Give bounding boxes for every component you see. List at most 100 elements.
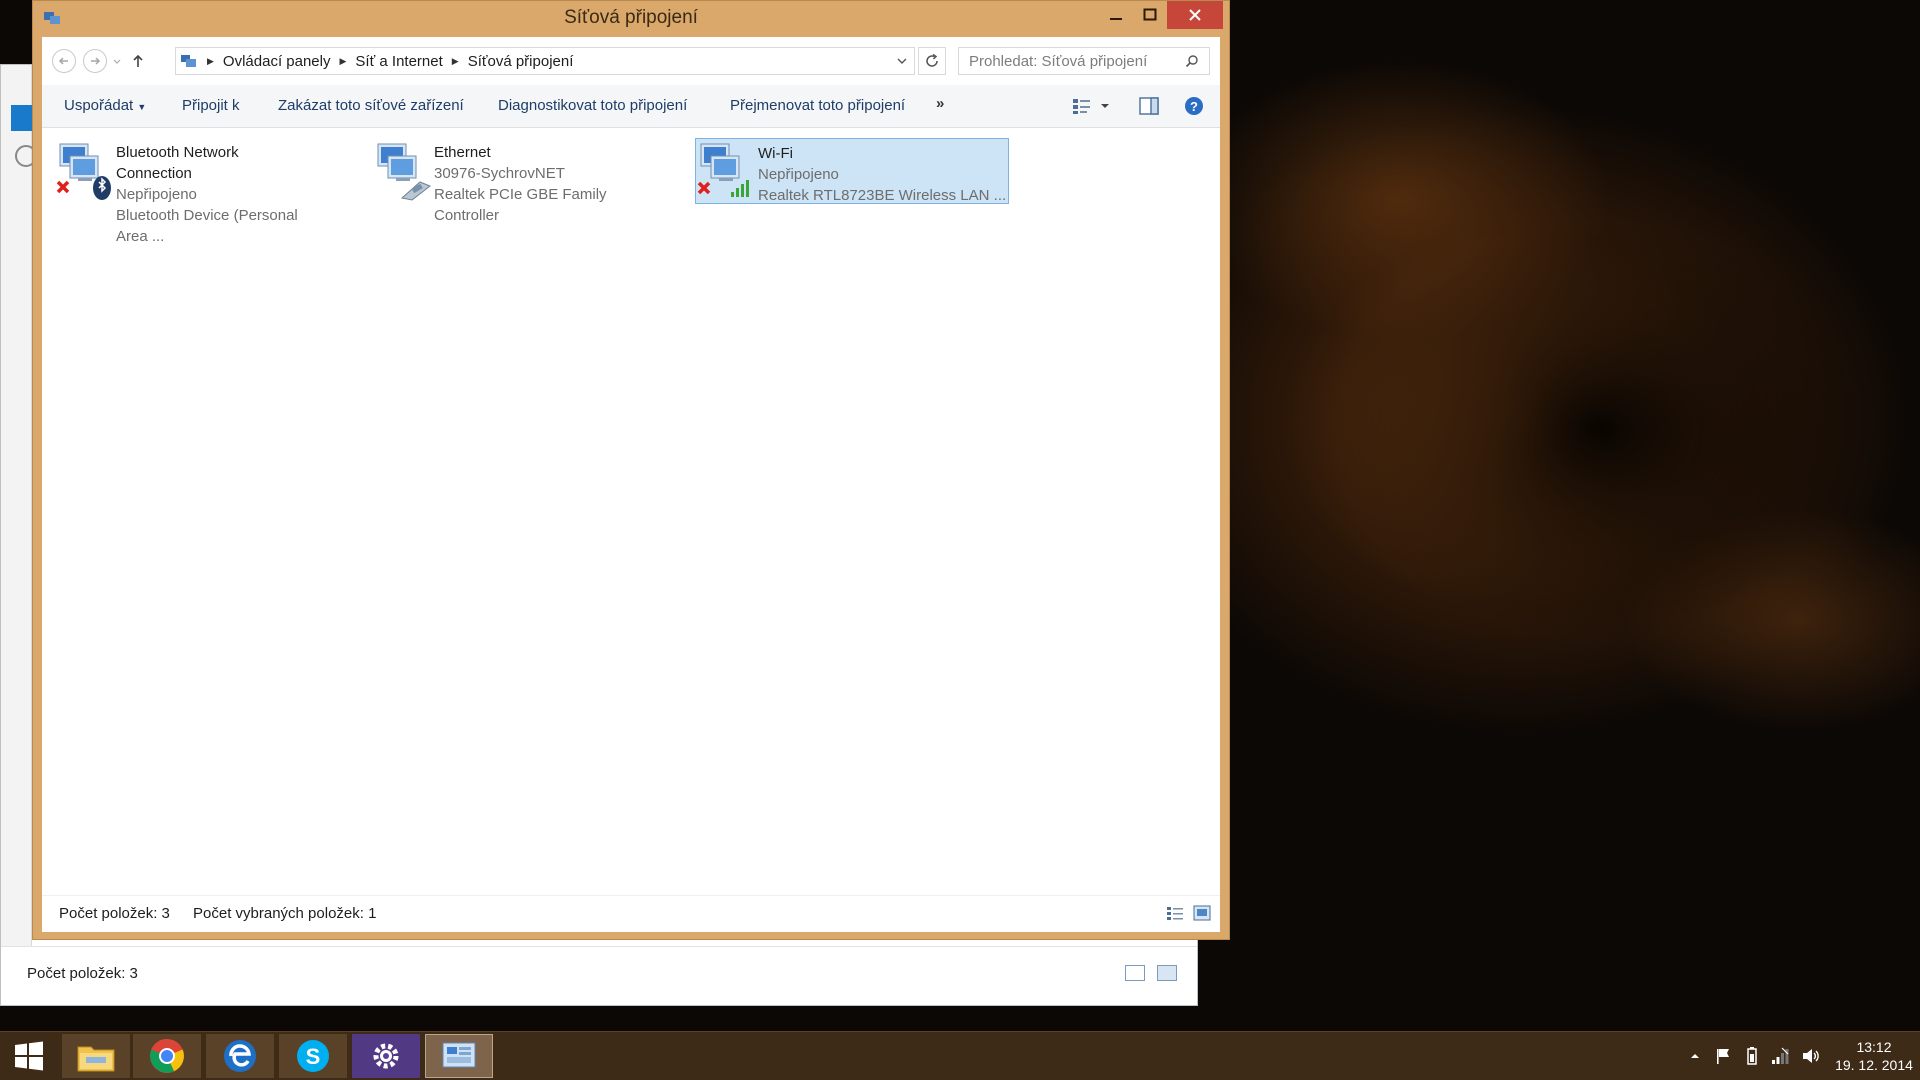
preview-pane-button[interactable] xyxy=(1139,96,1159,120)
taskbar-chrome[interactable] xyxy=(133,1034,201,1078)
network-tray-button[interactable] xyxy=(1766,1047,1794,1065)
connection-item-ethernet[interactable]: Ethernet 30976-SychrovNET Realtek PCIe G… xyxy=(372,138,634,224)
connection-item-bluetooth[interactable]: Bluetooth Network Connection Nepřipojeno… xyxy=(54,138,308,245)
control-panel-icon xyxy=(442,1042,476,1068)
breadcrumb-network-connections[interactable]: Síťová připojení xyxy=(468,53,574,70)
organize-button[interactable]: Uspořádat ▼ xyxy=(64,97,146,114)
view-options-icon xyxy=(1073,99,1090,114)
selected-count: Počet vybraných položek: 1 xyxy=(193,905,377,922)
search-placeholder: Prohledat: Síťová připojení xyxy=(969,52,1148,70)
taskbar-control-panel[interactable] xyxy=(425,1034,493,1078)
start-button[interactable] xyxy=(0,1034,58,1078)
chevron-down-icon xyxy=(1101,104,1109,108)
refresh-button[interactable] xyxy=(918,47,946,75)
forward-arrow-icon xyxy=(91,57,101,65)
minimize-icon xyxy=(1110,18,1122,20)
bluetooth-network-icon xyxy=(56,143,111,200)
taskbar-file-explorer[interactable] xyxy=(62,1034,130,1078)
settings-icon xyxy=(373,1043,399,1069)
back-button[interactable] xyxy=(52,49,76,73)
breadcrumb-control-panel[interactable]: Ovládací panely xyxy=(223,53,331,70)
network-signal-icon xyxy=(1772,1047,1789,1064)
connection-name: Ethernet xyxy=(434,144,491,161)
change-view-button[interactable] xyxy=(1072,97,1110,115)
edge-like-icon xyxy=(224,1040,256,1072)
diagnose-connection-button[interactable]: Diagnostikovat toto připojení xyxy=(498,97,687,114)
clock[interactable]: 13:12 19. 12. 2014 xyxy=(1828,1038,1920,1074)
item-count: Počet položek: 3 xyxy=(59,905,170,922)
disable-device-button[interactable]: Zakázat toto síťové zařízení xyxy=(278,97,464,114)
connect-to-button[interactable]: Připojit k xyxy=(182,97,240,114)
refresh-icon xyxy=(926,53,938,67)
connection-device: Realtek PCIe GBE Family Controller xyxy=(434,186,607,224)
taskbar: S 13:12 19. 12. 2014 xyxy=(0,1031,1920,1080)
ethernet-network-icon xyxy=(377,143,431,201)
connection-name: Bluetooth Network Connection xyxy=(116,144,239,182)
skype-icon: S xyxy=(297,1040,329,1072)
status-bar: Počet položek: 3 Počet vybraných položek… xyxy=(42,895,1220,932)
details-view-button[interactable] xyxy=(1166,905,1184,925)
search-input[interactable]: Prohledat: Síťová připojení xyxy=(958,47,1210,75)
minimize-button[interactable] xyxy=(1099,1,1133,29)
connection-name: Wi-Fi xyxy=(758,145,793,162)
background-status-count: Počet položek: 3 xyxy=(27,965,138,982)
taskbar-settings[interactable] xyxy=(352,1034,420,1078)
taskbar-skype[interactable]: S xyxy=(279,1034,347,1078)
network-connections-window: Síťová připojení ▶ Ovládací panely ▶ Síť… xyxy=(32,0,1230,940)
up-button[interactable] xyxy=(130,51,146,75)
maximize-button[interactable] xyxy=(1133,1,1167,29)
chevron-down-icon xyxy=(113,59,121,64)
breadcrumb-network-internet[interactable]: Síť a Internet xyxy=(355,53,442,70)
search-icon[interactable] xyxy=(1185,54,1199,68)
clock-time: 13:12 xyxy=(1856,1039,1892,1055)
chevron-up-icon xyxy=(1691,1054,1699,1058)
help-button[interactable]: ? xyxy=(1184,96,1204,120)
details-view-icon[interactable] xyxy=(1125,965,1145,981)
large-icons-view-icon xyxy=(1193,905,1211,921)
preview-pane-icon xyxy=(1139,97,1159,115)
start-icon xyxy=(15,1041,43,1071)
chevron-down-icon xyxy=(897,58,907,64)
svg-text:?: ? xyxy=(1190,99,1198,114)
more-commands-button[interactable]: » xyxy=(936,95,944,112)
organize-label: Uspořádat xyxy=(64,97,134,114)
svg-text:S: S xyxy=(306,1044,321,1069)
background-window-tab[interactable] xyxy=(11,105,33,131)
flag-icon xyxy=(1717,1049,1729,1064)
dropdown-arrow-icon: ▼ xyxy=(137,102,147,112)
close-button[interactable] xyxy=(1167,1,1223,29)
close-icon xyxy=(1189,9,1201,21)
battery-icon xyxy=(1747,1047,1757,1065)
breadcrumb-separator-icon[interactable]: ▶ xyxy=(340,56,347,67)
up-arrow-icon xyxy=(133,54,143,67)
action-center-button[interactable] xyxy=(1708,1047,1738,1065)
recent-locations-button[interactable] xyxy=(112,51,122,75)
chrome-icon xyxy=(150,1039,184,1073)
connection-status: 30976-SychrovNET xyxy=(434,165,565,182)
connection-item-wifi[interactable]: Wi-Fi Nepřipojeno Realtek RTL8723BE Wire… xyxy=(695,138,1009,204)
battery-button[interactable] xyxy=(1738,1046,1766,1066)
rename-connection-button[interactable]: Přejmenovat toto připojení xyxy=(730,97,905,114)
large-icons-view-button[interactable] xyxy=(1193,905,1211,925)
breadcrumb-separator-icon[interactable]: ▶ xyxy=(452,56,459,67)
system-tray: 13:12 19. 12. 2014 xyxy=(1682,1032,1920,1080)
connections-list: Bluetooth Network Connection Nepřipojeno… xyxy=(42,128,1220,868)
address-bar[interactable]: ▶ Ovládací panely ▶ Síť a Internet ▶ Síť… xyxy=(175,47,915,75)
navigation-bar: ▶ Ovládací panely ▶ Síť a Internet ▶ Síť… xyxy=(42,37,1220,86)
address-dropdown-button[interactable] xyxy=(896,54,908,72)
taskbar-browser[interactable] xyxy=(206,1034,274,1078)
connection-device: Bluetooth Device (Personal Area ... xyxy=(116,207,298,245)
background-window-sidebar xyxy=(1,65,32,1005)
connection-device: Realtek RTL8723BE Wireless LAN ... xyxy=(758,187,1007,204)
volume-button[interactable] xyxy=(1794,1047,1828,1065)
forward-button[interactable] xyxy=(83,49,107,73)
large-icons-view-icon[interactable] xyxy=(1157,965,1177,981)
title-bar[interactable]: Síťová připojení xyxy=(33,1,1229,37)
breadcrumb-separator-icon[interactable]: ▶ xyxy=(207,56,214,67)
show-hidden-icons-button[interactable] xyxy=(1682,1051,1708,1061)
help-icon: ? xyxy=(1185,97,1203,115)
window-title: Síťová připojení xyxy=(564,7,698,28)
window-content: ▶ Ovládací panely ▶ Síť a Internet ▶ Síť… xyxy=(42,37,1220,932)
clock-date: 19. 12. 2014 xyxy=(1835,1057,1913,1073)
background-status-bar: Počet položek: 3 xyxy=(1,946,1197,1005)
